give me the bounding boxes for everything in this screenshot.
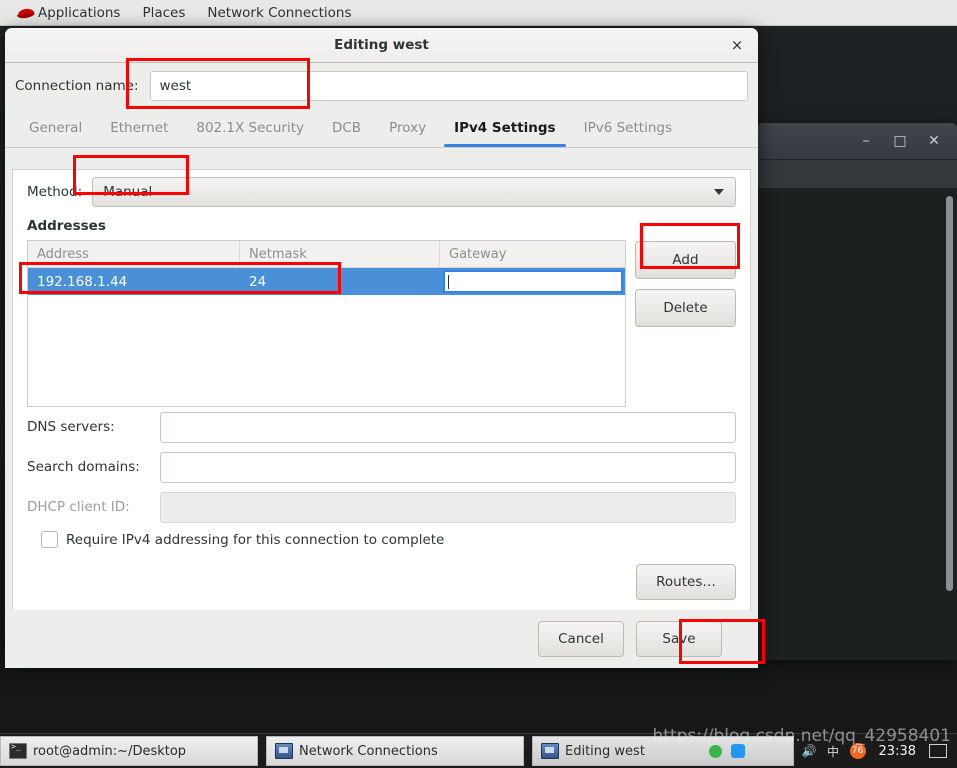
- tab-ipv6-settings[interactable]: IPv6 Settings: [570, 109, 686, 147]
- method-label: Method:: [27, 184, 83, 200]
- network-icon: [541, 743, 559, 759]
- search-domains-label: Search domains:: [27, 459, 140, 475]
- close-icon: ✕: [928, 133, 940, 149]
- applications-menu-label: Applications: [38, 4, 121, 21]
- column-header-gateway[interactable]: Gateway: [440, 241, 625, 267]
- delete-button-label: Delete: [663, 300, 708, 316]
- tab-ethernet-label: Ethernet: [110, 120, 169, 136]
- watermark: https://blog.csdn.net/qq_42958401: [652, 726, 951, 746]
- display-icon[interactable]: [929, 744, 947, 758]
- search-domains-row: Search domains:: [13, 447, 750, 487]
- redhat-logo-icon: [16, 6, 36, 20]
- terminal-titlebar: – □ ✕: [757, 123, 957, 160]
- dialog-title: Editing west: [334, 37, 429, 53]
- tab-ethernet[interactable]: Ethernet: [96, 109, 182, 147]
- close-icon[interactable]: ×: [726, 35, 748, 55]
- require-ipv4-label: Require IPv4 addressing for this connect…: [66, 531, 445, 548]
- text-caret: [448, 274, 449, 289]
- terminal-window[interactable]: – □ ✕ or: Missing connectio aved or: Inv…: [757, 123, 957, 660]
- tab-general[interactable]: General: [15, 109, 96, 147]
- method-dropdown[interactable]: Manual: [92, 177, 736, 207]
- taskbar-item-terminal-label: root@admin:~/Desktop: [33, 743, 187, 759]
- dhcp-client-id-input: [160, 491, 736, 523]
- cell-netmask[interactable]: 24: [240, 268, 440, 295]
- tab-dcb-label: DCB: [331, 120, 362, 136]
- taskbar-item-network-connections-label: Network Connections: [299, 743, 438, 759]
- chat-icon[interactable]: [708, 744, 722, 758]
- top-panel: Applications Places Network Connections: [0, 0, 957, 26]
- tab-proxy[interactable]: Proxy: [375, 109, 440, 147]
- require-ipv4-row: Require IPv4 addressing for this connect…: [13, 527, 750, 548]
- tab-general-label: General: [29, 120, 83, 136]
- settings-tabs: General Ethernet 802.1X Security DCB Pro…: [5, 109, 758, 148]
- tab-dcb[interactable]: DCB: [318, 109, 375, 147]
- cell-address[interactable]: 192.168.1.44: [28, 268, 240, 295]
- gateway-input[interactable]: [443, 270, 623, 293]
- routes-row: Routes…: [13, 548, 750, 600]
- dhcp-client-id-label: DHCP client ID:: [27, 499, 130, 515]
- delete-button[interactable]: Delete: [635, 289, 736, 327]
- tab-ipv4-settings[interactable]: IPv4 Settings: [440, 109, 570, 147]
- terminal-toolbar: [757, 160, 957, 189]
- addresses-heading: Addresses: [27, 218, 106, 234]
- taskbar-item-terminal[interactable]: root@admin:~/Desktop: [0, 736, 258, 766]
- network-connections-menu-label: Network Connections: [207, 4, 352, 21]
- tab-ipv6-settings-label: IPv6 Settings: [583, 120, 672, 136]
- maximize-icon: □: [893, 133, 907, 149]
- tab-8021x-security[interactable]: 802.1X Security: [182, 109, 318, 147]
- dialog-titlebar: Editing west ×: [5, 28, 758, 63]
- addresses-table[interactable]: Address Netmask Gateway 192.168.1.44 24: [27, 240, 626, 407]
- save-button-label: Save: [662, 631, 696, 647]
- routes-button-label: Routes…: [656, 574, 716, 590]
- dns-servers-label: DNS servers:: [27, 419, 115, 435]
- app-icon[interactable]: [730, 744, 745, 758]
- connection-name-row: Connection name: west: [5, 63, 758, 109]
- terminal-close-button[interactable]: ✕: [919, 128, 949, 154]
- routes-button[interactable]: Routes…: [636, 564, 736, 600]
- cancel-button-label: Cancel: [558, 631, 604, 647]
- tab-ipv4-settings-label: IPv4 Settings: [454, 120, 556, 136]
- editing-connection-dialog: Editing west × Connection name: west Gen…: [5, 28, 758, 668]
- method-value: Manual: [103, 184, 153, 200]
- terminal-minimize-button[interactable]: –: [851, 128, 881, 154]
- addresses-area: Address Netmask Gateway 192.168.1.44 24: [13, 240, 750, 407]
- save-button[interactable]: Save: [636, 621, 722, 657]
- taskbar-item-network-connections[interactable]: Network Connections: [266, 736, 524, 766]
- dns-servers-row: DNS servers:: [13, 407, 750, 447]
- require-ipv4-checkbox[interactable]: [41, 531, 58, 548]
- connection-name-input[interactable]: west: [149, 71, 748, 101]
- dhcp-client-id-row: DHCP client ID:: [13, 487, 750, 527]
- connection-name-label: Connection name:: [15, 78, 139, 94]
- cancel-button[interactable]: Cancel: [538, 621, 624, 657]
- add-button-label: Add: [672, 252, 699, 268]
- column-header-netmask[interactable]: Netmask: [240, 241, 440, 267]
- terminal-output-area[interactable]: or: Missing connectio aved or: Invalid s…: [757, 188, 957, 660]
- table-row[interactable]: 192.168.1.44 24: [28, 268, 625, 295]
- connection-name-value: west: [159, 78, 192, 94]
- tab-proxy-label: Proxy: [389, 120, 427, 136]
- search-domains-input[interactable]: [160, 451, 736, 483]
- column-header-address[interactable]: Address: [28, 241, 240, 267]
- applications-menu[interactable]: Applications: [6, 0, 131, 26]
- taskbar-item-editing-west-label: Editing west: [565, 743, 645, 759]
- places-menu[interactable]: Places: [131, 0, 196, 26]
- minimize-icon: –: [862, 133, 870, 149]
- addresses-table-header: Address Netmask Gateway: [28, 241, 625, 268]
- dns-servers-input[interactable]: [160, 411, 736, 443]
- network-connections-menu[interactable]: Network Connections: [196, 0, 362, 26]
- terminal-scrollbar[interactable]: [946, 196, 953, 591]
- add-button[interactable]: Add: [635, 241, 736, 279]
- network-icon: [275, 743, 293, 759]
- cell-gateway[interactable]: [440, 268, 625, 295]
- terminal-maximize-button[interactable]: □: [885, 128, 915, 154]
- tab-8021x-security-label: 802.1X Security: [196, 120, 304, 136]
- addresses-buttons: Add Delete: [635, 240, 736, 327]
- dialog-action-bar: Cancel Save: [5, 610, 758, 668]
- method-row: Method: Manual: [13, 170, 750, 214]
- chevron-down-icon: [714, 189, 724, 195]
- ipv4-settings-page: Method: Manual Addresses Address Netmask…: [12, 169, 751, 637]
- places-menu-label: Places: [142, 4, 186, 21]
- terminal-output-text: or: Missing connectio aved or: Invalid s…: [757, 194, 957, 412]
- terminal-icon: [9, 742, 27, 759]
